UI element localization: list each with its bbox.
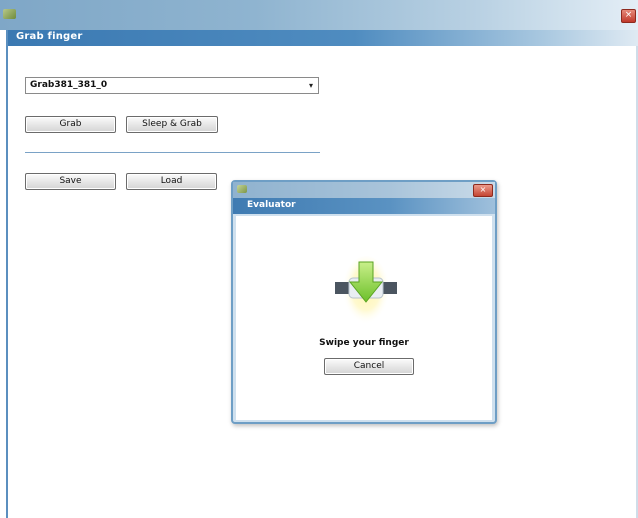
swipe-prompt: Swipe your finger [319, 338, 409, 348]
finger-swipe-icon [335, 256, 397, 328]
sleep-grab-button[interactable]: Sleep & Grab [126, 116, 218, 133]
dialog-titlebar[interactable] [233, 182, 495, 198]
window-title: Grab finger [16, 31, 83, 42]
grab-button[interactable]: Grab [25, 116, 116, 133]
window-close-button[interactable]: × [621, 9, 636, 23]
dialog-close-button[interactable]: × [473, 184, 493, 197]
divider [25, 152, 320, 153]
evaluator-dialog: × Evaluator Swipe your finger Cancel [231, 180, 497, 424]
dialog-body: Swipe your finger Cancel [236, 216, 492, 420]
window-titlebar[interactable] [0, 0, 638, 30]
app-icon [3, 9, 16, 19]
cancel-button[interactable]: Cancel [324, 358, 414, 375]
dialog-title: Evaluator [247, 200, 296, 210]
chevron-down-icon[interactable]: ▾ [305, 79, 317, 92]
dialog-app-icon [237, 185, 247, 193]
template-select[interactable]: Grab381_381_0 ▾ [25, 77, 319, 94]
template-select-value: Grab381_381_0 [30, 80, 108, 90]
save-button[interactable]: Save [25, 173, 116, 190]
window-caption-bar [8, 30, 638, 46]
window-left-border [6, 30, 8, 518]
load-button[interactable]: Load [126, 173, 217, 190]
